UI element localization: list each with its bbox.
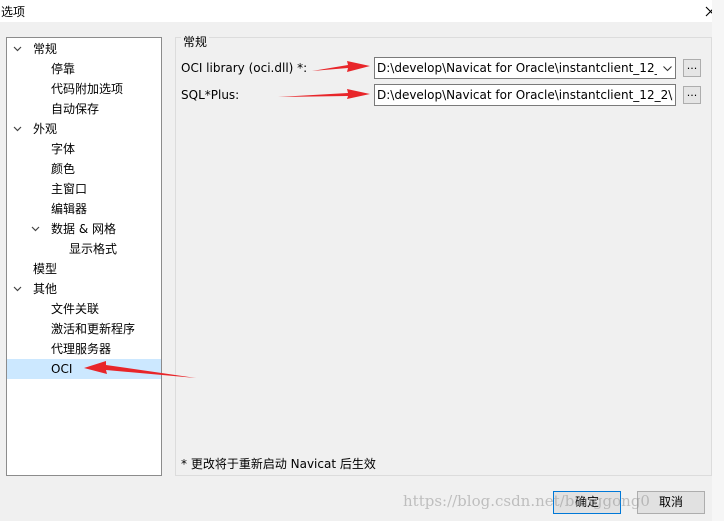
tree-item-data-grid[interactable]: 数据 & 网格 — [7, 219, 161, 239]
tree-item-label: 停靠 — [51, 62, 76, 76]
tree-item-general[interactable]: 常规 — [7, 39, 161, 59]
chevron-down-icon[interactable] — [11, 39, 23, 59]
tree-item-label: 代码附加选项 — [51, 82, 124, 96]
title-bar: 选项 — [0, 0, 724, 22]
tree-item-file-association[interactable]: 文件关联 — [7, 299, 161, 319]
sqlplus-value: D:\develop\Navicat for Oracle\instantcli… — [377, 88, 673, 102]
chevron-down-icon[interactable] — [11, 279, 23, 299]
tree-item-label: 其他 — [33, 282, 58, 296]
tree-item-label: 外观 — [33, 122, 58, 136]
tree-item-display-format[interactable]: 显示格式 — [7, 239, 161, 259]
tree-item-main-window[interactable]: 主窗口 — [7, 179, 161, 199]
tree-item-label: 颜色 — [51, 162, 76, 176]
window-title: 选项 — [1, 5, 26, 19]
tree-item-label: 显示格式 — [69, 242, 118, 256]
chevron-down-icon[interactable] — [29, 219, 41, 239]
sqlplus-field[interactable]: D:\develop\Navicat for Oracle\instantcli… — [374, 84, 676, 106]
tree-item-model[interactable]: 模型 — [7, 259, 161, 279]
tree-item-label: 代理服务器 — [51, 342, 112, 356]
tree-item-label: 数据 & 网格 — [51, 222, 116, 236]
sqlplus-browse-button[interactable]: ... — [683, 86, 701, 104]
oci-library-select[interactable]: D:\develop\Navicat for Oracle\instantcli… — [374, 57, 676, 79]
tree-item-label: 文件关联 — [51, 302, 100, 316]
tree-item-other[interactable]: 其他 — [7, 279, 161, 299]
dropdown-arrow-icon[interactable] — [662, 63, 673, 74]
chevron-down-icon[interactable] — [11, 119, 23, 139]
tree-item-label: 编辑器 — [51, 202, 88, 216]
tree-item-label: 常规 — [33, 42, 58, 56]
tree-item-proxy[interactable]: 代理服务器 — [7, 339, 161, 359]
options-tree[interactable]: 常规 停靠 代码附加选项 自动保存 外观 字体 颜色 主窗口 编辑器 数据 & … — [6, 37, 162, 476]
oci-library-label: OCI library (oci.dll) *: — [181, 61, 308, 75]
tree-item-code-options[interactable]: 代码附加选项 — [7, 79, 161, 99]
tree-item-editor[interactable]: 编辑器 — [7, 199, 161, 219]
tree-item-color[interactable]: 颜色 — [7, 159, 161, 179]
background-window-edge — [712, 0, 724, 521]
sqlplus-label: SQL*Plus: — [181, 88, 240, 102]
tree-item-autosave[interactable]: 自动保存 — [7, 99, 161, 119]
tree-item-label: OCI — [51, 362, 73, 376]
tree-item-label: 激活和更新程序 — [51, 322, 136, 336]
tree-item-activation[interactable]: 激活和更新程序 — [7, 319, 161, 339]
tree-item-font[interactable]: 字体 — [7, 139, 161, 159]
oci-library-browse-button[interactable]: ... — [683, 59, 701, 77]
oci-library-value: D:\develop\Navicat for Oracle\instantcli… — [377, 61, 657, 75]
tree-item-label: 自动保存 — [51, 102, 100, 116]
tree-item-label: 字体 — [51, 142, 76, 156]
restart-note: * 更改将于重新启动 Navicat 后生效 — [181, 457, 376, 471]
tree-item-docking[interactable]: 停靠 — [7, 59, 161, 79]
watermark: https://blog.csdn.net/banggong0 — [403, 492, 650, 510]
tree-item-label: 主窗口 — [51, 182, 88, 196]
tree-item-appearance[interactable]: 外观 — [7, 119, 161, 139]
group-title: 常规 — [181, 33, 210, 50]
tree-item-oci[interactable]: OCI — [7, 359, 161, 379]
tree-item-label: 模型 — [33, 262, 58, 276]
